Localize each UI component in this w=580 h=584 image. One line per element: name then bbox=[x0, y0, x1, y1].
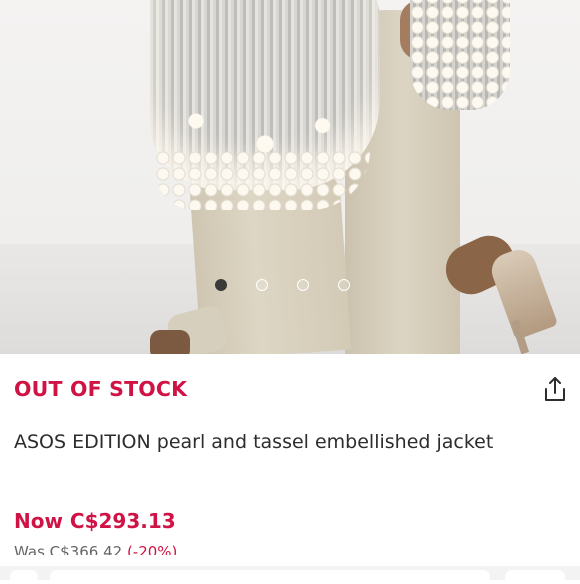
bottom-action-bar bbox=[0, 566, 580, 584]
pearl-hem bbox=[155, 150, 370, 210]
share-icon bbox=[545, 377, 565, 401]
carousel-dot[interactable] bbox=[215, 279, 227, 291]
model-left-ankle bbox=[150, 330, 190, 354]
carousel-dot[interactable] bbox=[256, 279, 268, 291]
was-price: Was C$366.42 bbox=[14, 543, 123, 555]
discount-percent: (-20%) bbox=[126, 543, 178, 555]
current-price: Now C$293.13 bbox=[14, 509, 176, 533]
carousel-indicator bbox=[215, 279, 350, 293]
product-image[interactable] bbox=[0, 0, 580, 354]
stock-status: OUT OF STOCK bbox=[14, 377, 188, 401]
bottom-action-button[interactable] bbox=[505, 570, 565, 584]
carousel-dot[interactable] bbox=[297, 279, 309, 291]
bottom-action-button[interactable] bbox=[10, 570, 38, 584]
product-title: ASOS EDITION pearl and tassel embellishe… bbox=[14, 431, 494, 453]
model-right-jacket-sleeve bbox=[410, 0, 510, 110]
carousel-dot[interactable] bbox=[338, 279, 350, 291]
bottom-action-button[interactable] bbox=[50, 570, 490, 584]
previous-price: Was C$366.42 (-20%) bbox=[14, 543, 177, 555]
share-button[interactable] bbox=[540, 374, 570, 404]
